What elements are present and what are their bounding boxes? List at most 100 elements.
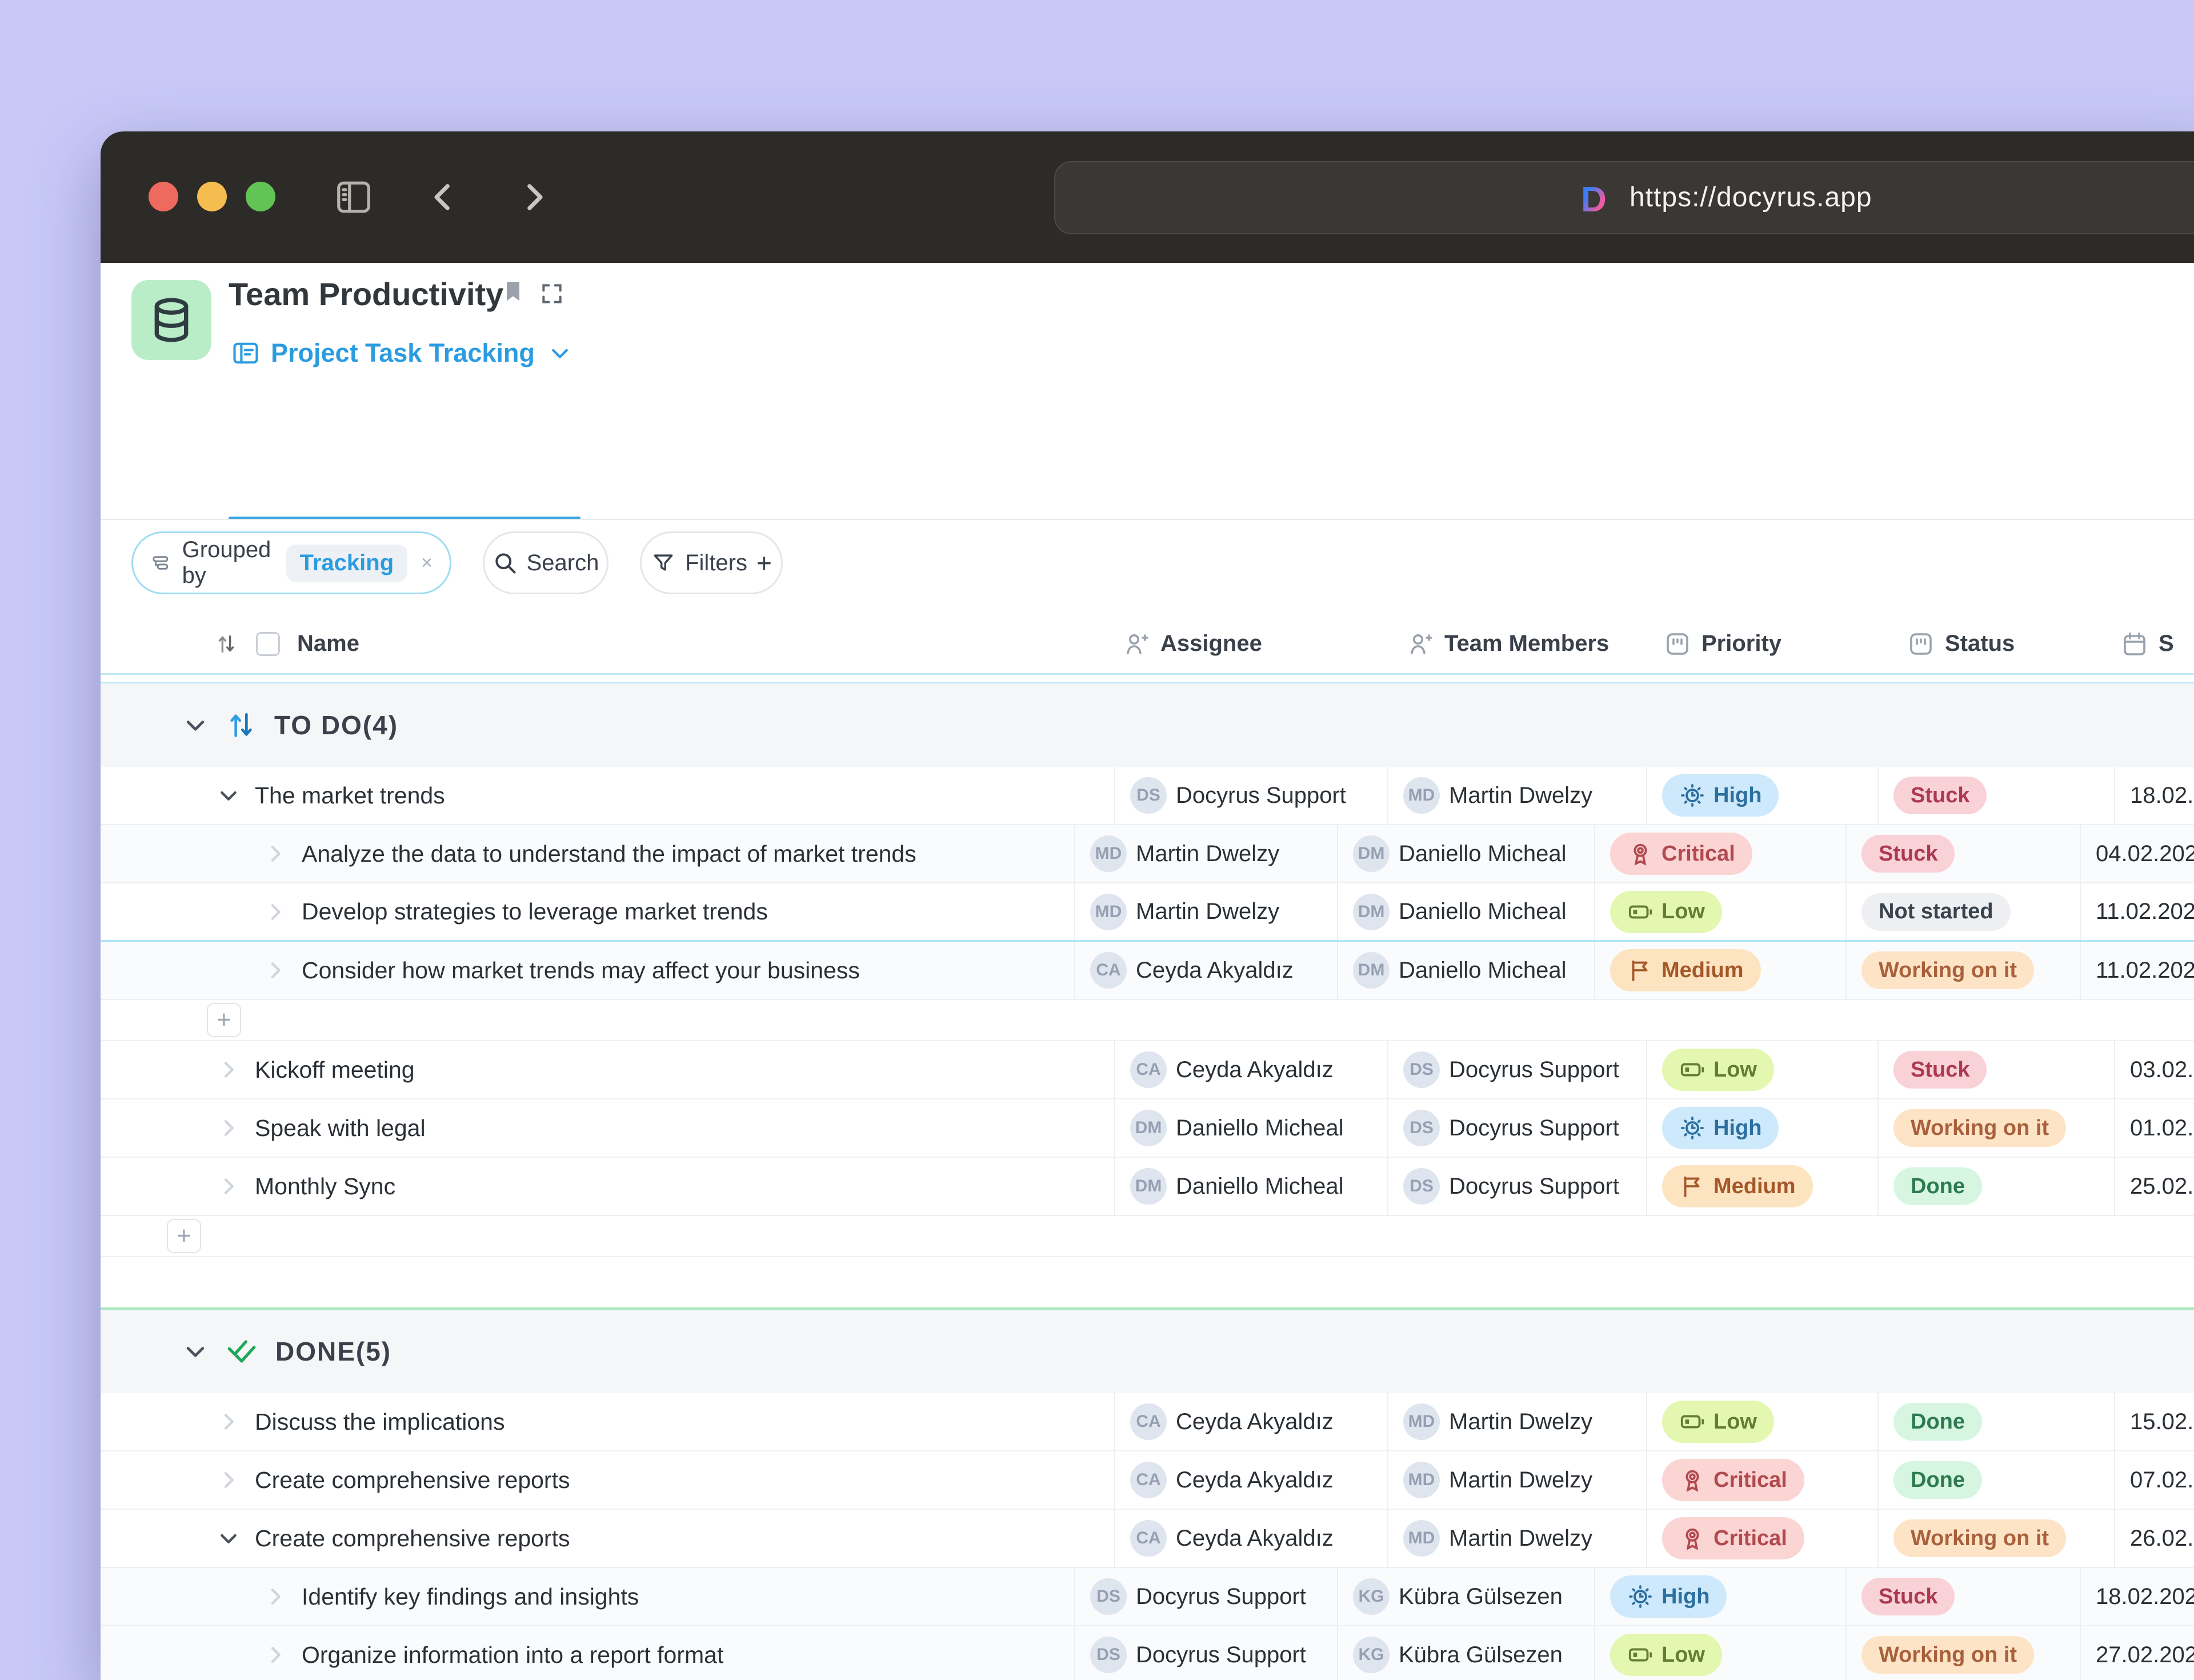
filters-button[interactable]: Filters + [640,531,783,594]
grouped-by-value[interactable]: Tracking [286,544,408,582]
status-cell[interactable]: Stuck [1877,767,2114,824]
priority-cell[interactable]: Low [1646,1041,1877,1098]
assignee-cell[interactable]: DS Docyrus Support [1074,1568,1337,1625]
assignee-cell[interactable]: DM Daniello Micheal [1114,1158,1387,1215]
view-tab-project-task-tracking[interactable]: Project Task Tracking [231,338,571,368]
priority-cell[interactable]: Medium [1646,1158,1877,1215]
chevron-right-icon[interactable] [264,842,287,865]
team-cell[interactable]: MD Martin Dwelzy [1387,1451,1646,1509]
assignee-cell[interactable]: DS Docyrus Support [1074,1626,1337,1680]
group-header-done[interactable]: DONE(5) [101,1310,2194,1393]
group-header-todo[interactable]: TO DO(4) [101,683,2194,767]
status-cell[interactable]: Working on it [1845,942,2080,999]
status-cell[interactable]: Not started [1845,883,2080,940]
date-cell[interactable]: 26.02.2024 [2114,1510,2194,1567]
bookmark-icon[interactable] [501,279,526,307]
chevron-right-icon[interactable] [264,1643,287,1666]
chevron-right-icon[interactable] [264,1585,287,1608]
maximize-window-button[interactable] [246,182,275,211]
assignee-cell[interactable]: MD Martin Dwelzy [1074,883,1337,940]
date-cell[interactable]: 25.02.2024 [2114,1158,2194,1215]
date-cell[interactable]: 07.02.2024 [2114,1451,2194,1509]
team-cell[interactable]: MD Martin Dwelzy [1387,1510,1646,1567]
date-cell[interactable]: 11.02.2024 [2080,942,2194,999]
assignee-cell[interactable]: DS Docyrus Support [1114,767,1387,824]
grouped-by-chip[interactable]: Grouped by Tracking × [131,531,451,594]
assignee-cell[interactable]: CA Ceyda Akyaldız [1114,1451,1387,1509]
minimize-window-button[interactable] [197,182,227,211]
chevron-right-icon[interactable] [264,959,287,982]
priority-cell[interactable]: High [1594,1568,1845,1625]
select-all-checkbox[interactable] [256,614,280,673]
task-row[interactable]: Create comprehensive reports CA Ceyda Aky… [101,1510,2194,1568]
back-icon[interactable] [424,178,462,219]
team-cell[interactable]: KG Kübra Gülsezen [1337,1568,1594,1625]
priority-cell[interactable]: Medium [1594,942,1845,999]
fullscreen-icon[interactable] [539,281,564,309]
column-header-team-members[interactable]: Team Members [1407,614,1609,673]
subtask-row-selected[interactable]: Develop strategies to leverage market tr… [101,883,2194,942]
status-cell[interactable]: Working on it [1877,1099,2114,1157]
task-row[interactable]: Create comprehensive reports CA Ceyda Aky… [101,1451,2194,1510]
team-cell[interactable]: DS Docyrus Support [1387,1041,1646,1098]
date-cell[interactable]: 18.02.2024 [2080,1568,2194,1625]
date-cell[interactable]: 15.02.2024 [2114,1393,2194,1450]
chevron-right-icon[interactable] [217,1410,240,1433]
subtask-row[interactable]: Analyze the data to understand the impac… [101,825,2194,883]
date-cell[interactable]: 04.02.2024 [2080,825,2194,882]
assignee-cell[interactable]: CA Ceyda Akyaldız [1074,942,1337,999]
status-cell[interactable]: Done [1877,1451,2114,1509]
assignee-cell[interactable]: DM Daniello Micheal [1114,1099,1387,1157]
status-cell[interactable]: Stuck [1845,825,2080,882]
team-cell[interactable]: DM Daniello Micheal [1337,825,1594,882]
column-header-start-date[interactable]: S [2121,614,2174,673]
priority-cell[interactable]: High [1646,767,1877,824]
date-cell[interactable]: 27.02.2024 [2080,1626,2194,1680]
date-cell[interactable]: 03.02.2024 [2114,1041,2194,1098]
assignee-cell[interactable]: CA Ceyda Akyaldız [1114,1510,1387,1567]
priority-cell[interactable]: Critical [1594,825,1845,882]
collapse-group-icon[interactable] [183,713,208,738]
chevron-right-icon[interactable] [217,1469,240,1491]
remove-grouping-icon[interactable]: × [421,552,433,574]
address-bar[interactable]: D https://docyrus.app [1054,161,2194,234]
chevron-right-icon[interactable] [217,1117,240,1139]
task-row[interactable]: The market trends DS Docyrus Support MD Ma… [101,767,2194,825]
close-window-button[interactable] [149,182,178,211]
column-header-priority[interactable]: Priority [1664,614,1781,673]
team-cell[interactable]: DS Docyrus Support [1387,1158,1646,1215]
status-cell[interactable]: Stuck [1845,1568,2080,1625]
chevron-right-icon[interactable] [217,1175,240,1198]
subtask-row[interactable]: Organize information into a report forma… [101,1626,2194,1680]
subtask-row[interactable]: Identify key findings and insights DS Doc… [101,1568,2194,1626]
task-row[interactable]: Speak with legal DM Daniello Micheal DS Do… [101,1099,2194,1158]
team-cell[interactable]: KG Kübra Gülsezen [1337,1626,1594,1680]
status-cell[interactable]: Done [1877,1158,2114,1215]
add-filter-icon[interactable]: + [756,550,772,576]
add-subtask-button[interactable]: + [207,1003,241,1037]
team-cell[interactable]: DS Docyrus Support [1387,1099,1646,1157]
status-cell[interactable]: Working on it [1845,1626,2080,1680]
chevron-down-icon[interactable] [217,784,240,807]
chevron-right-icon[interactable] [217,1058,240,1081]
priority-cell[interactable]: Critical [1646,1510,1877,1567]
chevron-right-icon[interactable] [264,901,287,923]
task-row[interactable]: Discuss the implications CA Ceyda Akyaldı… [101,1393,2194,1451]
assignee-cell[interactable]: MD Martin Dwelzy [1074,825,1337,882]
priority-cell[interactable]: Low [1594,1626,1845,1680]
column-header-name[interactable]: Name [297,614,359,673]
search-button[interactable]: Search [483,531,608,594]
task-row[interactable]: Kickoff meeting CA Ceyda Akyaldız DS Docyr… [101,1041,2194,1099]
date-cell[interactable]: 01.02.2024 [2114,1099,2194,1157]
priority-cell[interactable]: Critical [1646,1451,1877,1509]
sort-icon[interactable] [215,614,238,673]
subtask-row[interactable]: Consider how market trends may affect yo… [101,942,2194,1000]
team-cell[interactable]: DM Daniello Micheal [1337,942,1594,999]
team-cell[interactable]: DM Daniello Micheal [1337,883,1594,940]
team-cell[interactable]: MD Martin Dwelzy [1387,1393,1646,1450]
date-cell[interactable]: 18.02.2024 [2114,767,2194,824]
add-task-button[interactable]: + [167,1219,201,1253]
date-cell[interactable]: 11.02.2024 [2080,883,2194,940]
status-cell[interactable]: Done [1877,1393,2114,1450]
chevron-down-icon[interactable] [217,1527,240,1550]
